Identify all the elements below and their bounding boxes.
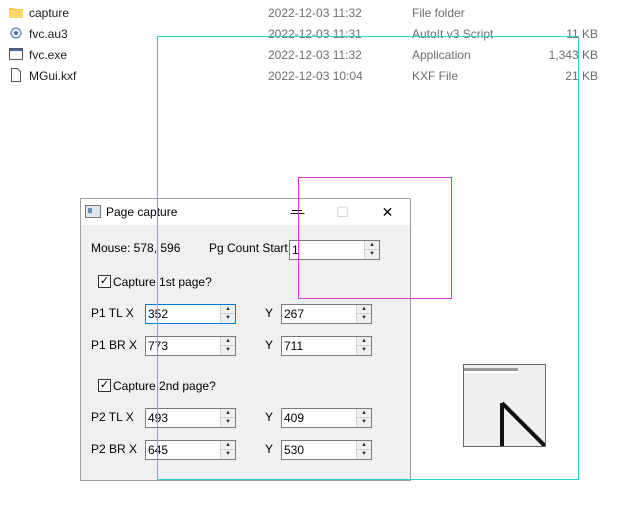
p2-br-x-input[interactable] [146,441,222,459]
capture-2nd-checkbox[interactable]: ✓ [98,379,111,392]
pg-count-input[interactable] [290,241,366,259]
p1-tl-label: P1 TL X [91,306,134,320]
file-date: 2022-12-03 11:31 [268,27,362,41]
file-row-capture[interactable]: capture 2022-12-03 11:32 File folder [0,2,643,23]
p1-tl-y-label: Y [265,306,274,320]
spin-down-icon[interactable]: ▼ [221,314,235,323]
file-name: fvc.exe [29,48,68,62]
p2-br-y-input[interactable] [282,441,358,459]
spin-up-icon[interactable]: ▲ [221,441,235,450]
spin-up-icon[interactable]: ▲ [221,337,235,346]
spin-down-icon[interactable]: ▼ [357,314,371,323]
p2-br-y-label: Y [265,442,274,456]
spin-down-icon[interactable]: ▼ [221,418,235,427]
file-type: KXF File [412,69,459,83]
capture-2nd-label: Capture 2nd page? [113,379,216,393]
capture-1st-label: Capture 1st page? [113,275,212,289]
zoom-preview [463,364,546,447]
p2-br-y-stepper[interactable]: ▲▼ [281,440,372,460]
spin-up-icon[interactable]: ▲ [365,241,379,250]
p1-br-y-input[interactable] [282,337,358,355]
close-button[interactable]: ✕ [365,199,410,225]
p1-tl-x-stepper[interactable]: ▲▼ [145,304,236,324]
mouse-position-label: Mouse: 578, 596 [91,241,181,255]
file-row-mgui-kxf[interactable]: MGui.kxf 2022-12-03 10:04 KXF File 21 KB [0,65,643,86]
spin-up-icon[interactable]: ▲ [357,337,371,346]
file-name: MGui.kxf [29,69,77,83]
file-date: 2022-12-03 11:32 [268,48,362,62]
page-capture-dialog: Page capture — ☐ ✕ Mouse: 578, 596 Pg Co… [80,198,411,481]
minimize-button[interactable]: — [275,199,320,225]
file-row-fvc-exe[interactable]: fvc.exe 2022-12-03 11:32 Application 1,3… [0,44,643,65]
spin-up-icon[interactable]: ▲ [221,305,235,314]
spin-down-icon[interactable]: ▼ [221,450,235,459]
p1-br-x-input[interactable] [146,337,222,355]
spin-down-icon[interactable]: ▼ [357,418,371,427]
title-bar[interactable]: Page capture — ☐ ✕ [81,199,410,225]
autoit-script-icon [10,27,22,39]
file-size: 1,343 KB [548,48,598,62]
spin-up-icon[interactable]: ▲ [357,305,371,314]
p2-tl-label: P2 TL X [91,410,134,424]
spin-up-icon[interactable]: ▲ [357,409,371,418]
p2-br-label: P2 BR X [91,442,138,456]
maximize-button: ☐ [336,204,349,220]
file-type: Application [412,48,471,62]
p1-tl-x-input[interactable] [146,305,222,323]
p1-tl-y-input[interactable] [282,305,358,323]
pg-count-stepper[interactable]: ▲▼ [289,240,380,260]
p2-tl-y-label: Y [265,410,274,424]
file-size: 11 KB [566,27,598,41]
pg-count-label: Pg Count Start [209,241,288,255]
p2-tl-x-stepper[interactable]: ▲▼ [145,408,236,428]
magnified-corner-icon [464,365,545,446]
file-row-fvc-au3[interactable]: fvc.au3 2022-12-03 11:31 AutoIt v3 Scrip… [0,23,643,44]
p2-tl-y-stepper[interactable]: ▲▼ [281,408,372,428]
p1-br-y-label: Y [265,338,274,352]
capture-1st-checkbox[interactable]: ✓ [98,275,111,288]
file-date: 2022-12-03 10:04 [268,69,363,83]
file-size: 21 KB [565,69,598,83]
file-name: capture [29,6,70,20]
file-date: 2022-12-03 11:32 [268,6,362,20]
folder-icon [9,8,23,18]
spin-down-icon[interactable]: ▼ [365,250,379,259]
p2-tl-x-input[interactable] [146,409,222,427]
p1-tl-y-stepper[interactable]: ▲▼ [281,304,372,324]
file-name: fvc.au3 [29,27,68,41]
spin-up-icon[interactable]: ▲ [221,409,235,418]
p1-br-x-stepper[interactable]: ▲▼ [145,336,236,356]
window-icon [85,205,101,218]
document-icon [11,68,21,82]
crosshair-marker [292,210,302,211]
p2-br-x-stepper[interactable]: ▲▼ [145,440,236,460]
file-type: AutoIt v3 Script [412,27,494,41]
application-icon [9,48,23,60]
p1-br-y-stepper[interactable]: ▲▼ [281,336,372,356]
spin-up-icon[interactable]: ▲ [357,441,371,450]
spin-down-icon[interactable]: ▼ [221,346,235,355]
spin-down-icon[interactable]: ▼ [357,450,371,459]
p2-tl-y-input[interactable] [282,409,358,427]
window-title: Page capture [106,205,178,219]
spin-down-icon[interactable]: ▼ [357,346,371,355]
p1-br-label: P1 BR X [91,338,138,352]
file-type: File folder [412,6,465,20]
